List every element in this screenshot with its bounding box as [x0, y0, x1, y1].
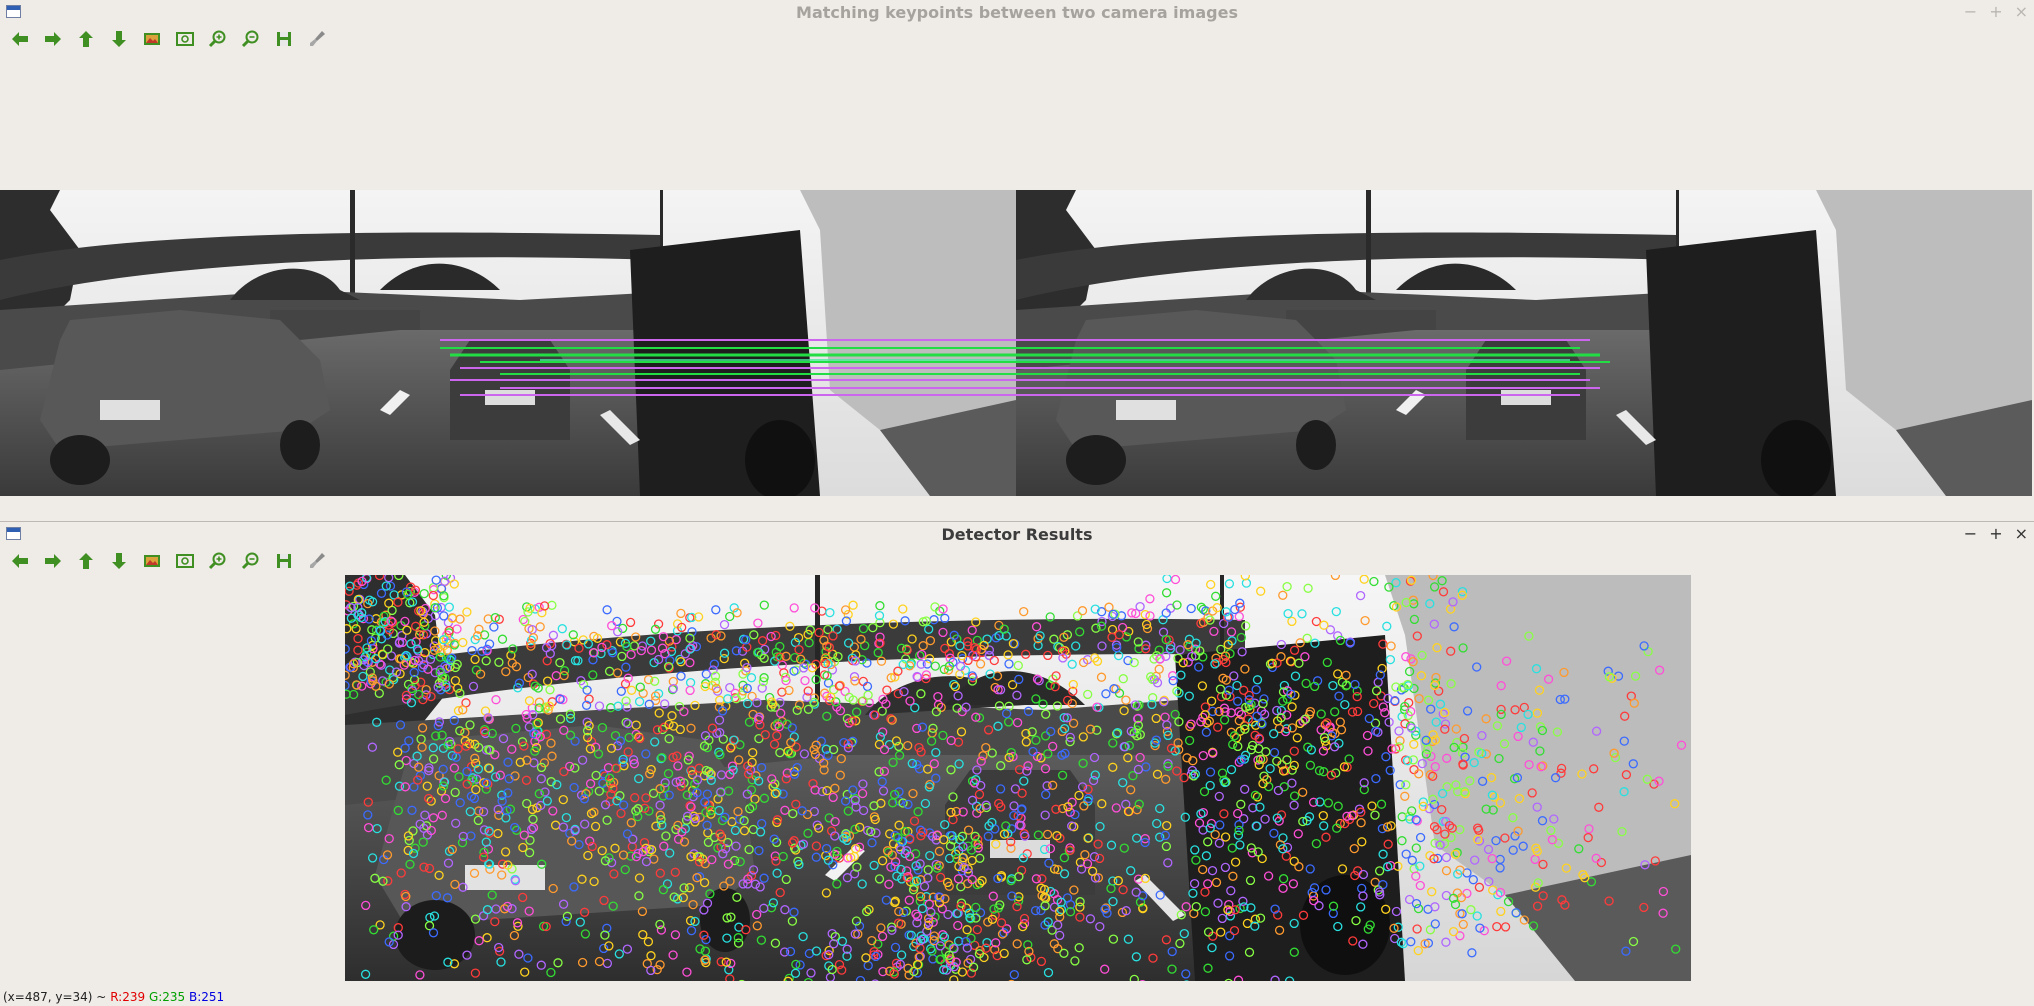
pixel-blue-value: B:251 [189, 990, 225, 1004]
window-title: Matching keypoints between two camera im… [796, 3, 1238, 22]
minimize-button[interactable]: − [1964, 2, 1977, 21]
minimize-button[interactable]: − [1964, 524, 1977, 543]
zoom-in-button[interactable] [208, 551, 228, 571]
arrow-left-icon [12, 554, 28, 568]
zoom-fit-icon [176, 554, 194, 568]
properties-button[interactable] [307, 551, 327, 571]
zoom-fit-button[interactable] [175, 551, 195, 571]
zoom-out-button[interactable] [241, 551, 261, 571]
zoom-in-icon [208, 552, 226, 570]
maximize-button[interactable]: + [1989, 524, 2002, 543]
zoom-in-button[interactable] [208, 29, 228, 49]
brush-icon [310, 553, 325, 568]
save-image-button[interactable] [274, 551, 294, 571]
properties-button[interactable] [307, 29, 327, 49]
pan-right-button[interactable] [43, 29, 63, 49]
save-icon [277, 32, 291, 46]
save-icon [277, 554, 291, 568]
window-title: Detector Results [941, 525, 1093, 544]
arrow-right-icon [45, 554, 61, 568]
detector-window-titlebar[interactable]: Detector Results − + × [0, 522, 2034, 546]
pan-left-button[interactable] [10, 551, 30, 571]
zoom-out-button[interactable] [241, 29, 261, 49]
pan-down-button[interactable] [109, 551, 129, 571]
zoom-fit-button[interactable] [175, 29, 195, 49]
zoom-fit-icon [176, 32, 194, 46]
close-button[interactable]: × [2015, 2, 2028, 21]
pan-right-button[interactable] [43, 551, 63, 571]
stereo-image-pair [0, 190, 2032, 496]
detector-window: Detector Results − + × (x=487, y=34) ~ R… [0, 521, 2034, 1006]
save-image-button[interactable] [274, 29, 294, 49]
cursor-coordinates: (x=487, y=34) ~ [3, 990, 107, 1004]
brush-icon [310, 31, 325, 46]
maximize-button[interactable]: + [1989, 2, 2002, 21]
zoom-out-icon [241, 30, 259, 48]
image-icon [144, 555, 160, 567]
matching-image[interactable] [0, 190, 2032, 496]
pan-down-button[interactable] [109, 29, 129, 49]
matching-window-titlebar[interactable]: Matching keypoints between two camera im… [0, 0, 2034, 24]
arrow-left-icon [12, 32, 28, 46]
pixel-red-value: R:239 [110, 990, 146, 1004]
toolbar [10, 28, 327, 50]
status-bar: (x=487, y=34) ~ R:239 G:235 B:251 [3, 990, 224, 1004]
zoom-original-button[interactable] [142, 29, 162, 49]
arrow-down-icon [112, 31, 126, 47]
pan-up-button[interactable] [76, 551, 96, 571]
zoom-in-icon [208, 30, 226, 48]
arrow-up-icon [79, 31, 93, 47]
image-icon [144, 33, 160, 45]
zoom-original-button[interactable] [142, 551, 162, 571]
matching-window: Matching keypoints between two camera im… [0, 0, 2034, 521]
close-button[interactable]: × [2015, 524, 2028, 543]
toolbar [10, 550, 327, 572]
arrow-up-icon [79, 553, 93, 569]
arrow-down-icon [112, 553, 126, 569]
pan-left-button[interactable] [10, 29, 30, 49]
pan-up-button[interactable] [76, 29, 96, 49]
detector-image[interactable] [345, 575, 1691, 981]
keypoint-image [345, 575, 1691, 981]
zoom-out-icon [241, 552, 259, 570]
pixel-green-value: G:235 [148, 990, 186, 1004]
arrow-right-icon [45, 32, 61, 46]
